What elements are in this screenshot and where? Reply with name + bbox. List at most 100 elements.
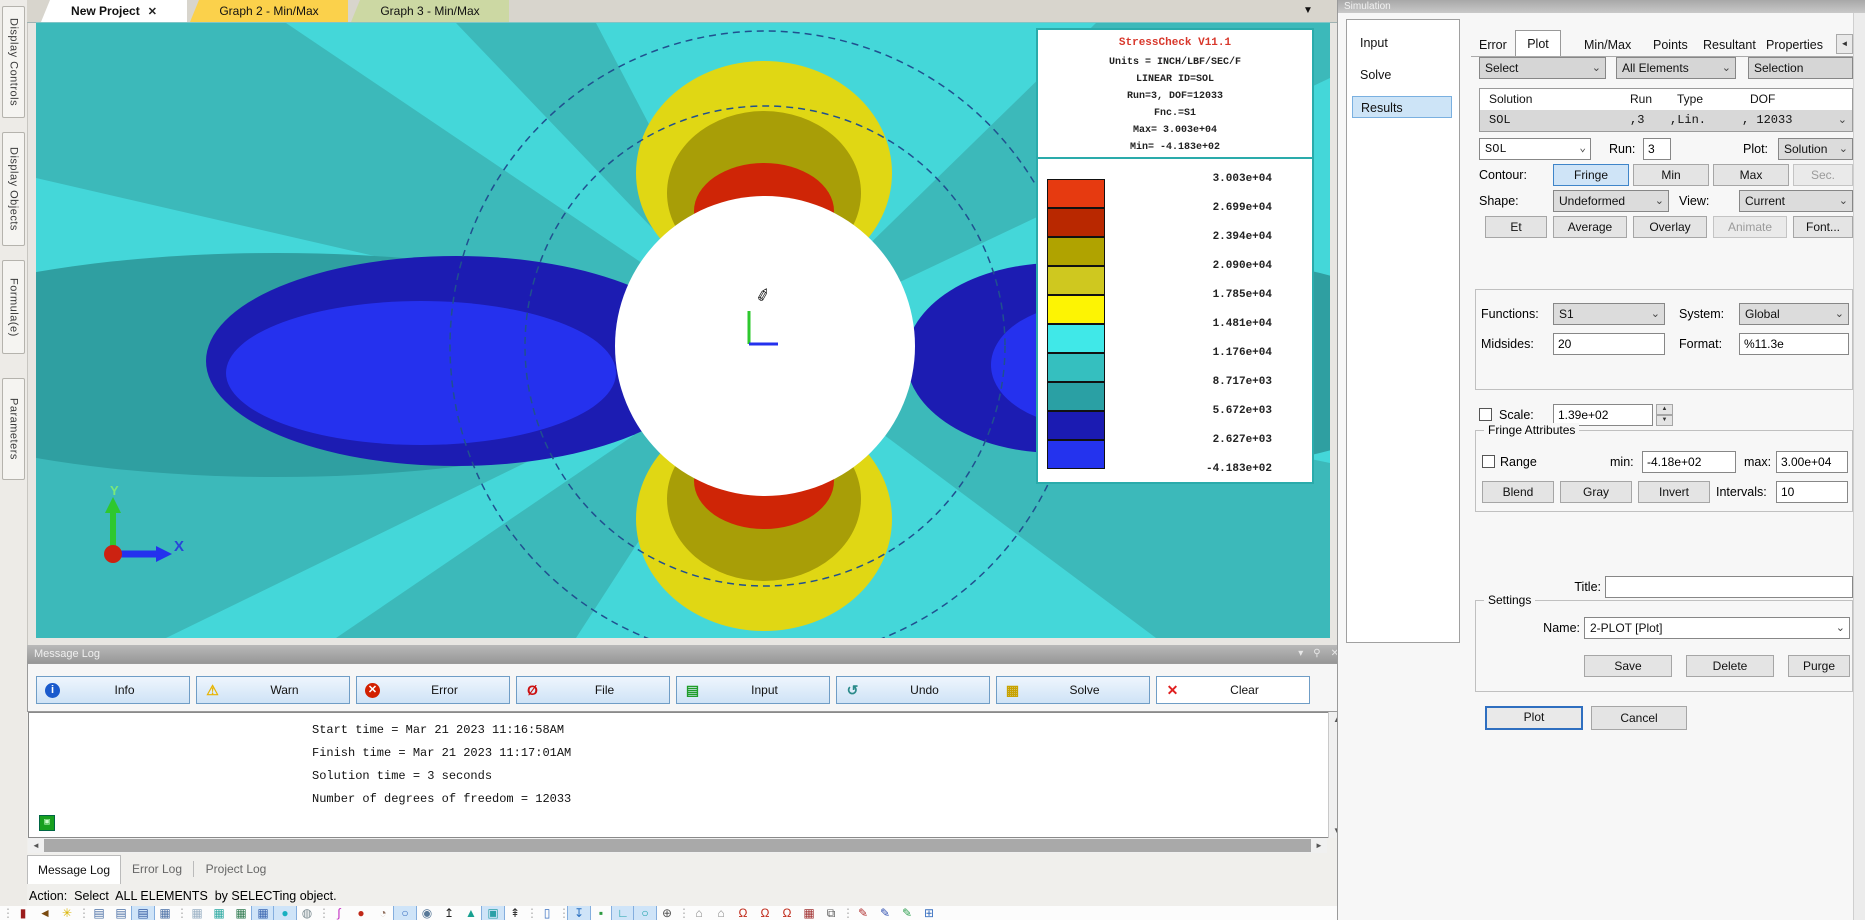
toolbar-icon[interactable]: ▣: [482, 906, 504, 920]
plot-type-combo[interactable]: Solution ⌄: [1778, 138, 1853, 160]
midsides-input[interactable]: [1553, 333, 1665, 355]
select-method-combo[interactable]: Select ⌄: [1479, 57, 1606, 79]
toolbar-icon[interactable]: ▦: [798, 906, 820, 920]
range-checkbox[interactable]: [1482, 455, 1495, 468]
toolbar-icon[interactable]: ●: [274, 906, 296, 920]
toolbar-icon[interactable]: ◍: [296, 906, 318, 920]
clear-button[interactable]: ✕Clear: [1156, 676, 1310, 704]
min-input[interactable]: [1642, 451, 1736, 473]
gray-button[interactable]: Gray: [1560, 481, 1632, 503]
cancel-button[interactable]: Cancel: [1591, 706, 1687, 730]
toolbar-icon[interactable]: ◔: [372, 906, 394, 920]
error-button[interactable]: ✕Error: [356, 676, 510, 704]
view-combo[interactable]: Current ⌄: [1739, 190, 1853, 212]
tab-properties[interactable]: Properties: [1766, 38, 1823, 52]
functions-combo[interactable]: S1 ⌄: [1553, 303, 1665, 325]
toolbar-icon[interactable]: ◉: [416, 906, 438, 920]
overlay-button[interactable]: Overlay: [1633, 216, 1707, 238]
toolbar-icon[interactable]: ⊞: [918, 906, 940, 920]
settings-name-combo[interactable]: 2-PLOT [Plot] ⌄: [1584, 617, 1850, 639]
invert-button[interactable]: Invert: [1638, 481, 1710, 503]
tab-plot[interactable]: Plot: [1515, 30, 1561, 56]
sidebar-tab-display-objects[interactable]: Display Objects: [2, 132, 25, 246]
nav-item-results[interactable]: Results: [1352, 96, 1452, 118]
input-button[interactable]: ▤Input: [676, 676, 830, 704]
spin-down-icon[interactable]: ▼: [1656, 415, 1673, 426]
toolbar-icon[interactable]: ●: [350, 906, 372, 920]
solution-combo[interactable]: SOL ⌄: [1479, 138, 1591, 160]
tab-list-dropdown-icon[interactable]: ▼: [1303, 5, 1313, 16]
toolbar-icon[interactable]: ○: [634, 906, 656, 920]
toolbar-icon[interactable]: ↧: [568, 906, 590, 920]
toolbar-icon[interactable]: ↥: [438, 906, 460, 920]
close-icon[interactable]: ✕: [148, 5, 157, 18]
toolbar-icon[interactable]: ▲: [460, 906, 482, 920]
toolbar-icon[interactable]: ▦: [186, 906, 208, 920]
format-input[interactable]: [1739, 333, 1849, 355]
toolbar-icon[interactable]: ⌂: [710, 906, 732, 920]
intervals-input[interactable]: [1776, 481, 1848, 503]
et-button[interactable]: Et: [1485, 216, 1547, 238]
panel-scroll-strip[interactable]: [1853, 13, 1865, 920]
tab-error-log[interactable]: Error Log: [123, 855, 191, 883]
max-button[interactable]: Max: [1713, 164, 1789, 186]
toolbar-icon[interactable]: ⇞: [504, 906, 526, 920]
nav-item-solve[interactable]: Solve: [1352, 64, 1452, 86]
toolbar-icon[interactable]: Ω: [732, 906, 754, 920]
solve-button[interactable]: ▦Solve: [996, 676, 1150, 704]
collapse-icon[interactable]: ▾: [1298, 645, 1303, 663]
max-input[interactable]: [1776, 451, 1848, 473]
tab-points[interactable]: Points: [1653, 38, 1688, 52]
warn-button[interactable]: ⚠Warn: [196, 676, 350, 704]
toolbar-icon[interactable]: ▦: [154, 906, 176, 920]
sidebar-tab-parameters[interactable]: Parameters: [2, 378, 25, 480]
save-button[interactable]: Save: [1584, 655, 1672, 677]
scale-checkbox[interactable]: [1479, 408, 1492, 421]
object-type-combo[interactable]: All Elements ⌄: [1616, 57, 1736, 79]
sidebar-tab-display-controls[interactable]: Display Controls: [2, 6, 25, 118]
title-input[interactable]: [1605, 576, 1853, 598]
tab-resultant[interactable]: Resultant: [1703, 38, 1756, 52]
nav-item-input[interactable]: Input: [1352, 32, 1452, 54]
log-horizontal-scrollbar[interactable]: ◄ ►: [28, 838, 1327, 853]
plot-button[interactable]: Plot: [1485, 706, 1583, 730]
toolbar-icon[interactable]: ◄: [34, 906, 56, 920]
tab-minmax[interactable]: Min/Max: [1584, 38, 1631, 52]
undo-button[interactable]: ↺Undo: [836, 676, 990, 704]
toolbar-icon[interactable]: ▤: [88, 906, 110, 920]
blend-button[interactable]: Blend: [1482, 481, 1554, 503]
toolbar-icon[interactable]: ⌂: [688, 906, 710, 920]
selection-combo[interactable]: Selection: [1748, 57, 1853, 79]
system-combo[interactable]: Global ⌄: [1739, 303, 1849, 325]
message-log-output[interactable]: Start time = Mar 21 2023 11:16:58AM Fini…: [28, 712, 1344, 838]
toolbar-icon[interactable]: ○: [394, 906, 416, 920]
file-button[interactable]: ØFile: [516, 676, 670, 704]
toolbar-icon[interactable]: ✎: [874, 906, 896, 920]
solution-row[interactable]: SOL ,3 ,Lin. , 12033 ⌄: [1480, 110, 1852, 131]
pin-icon[interactable]: ⚲: [1313, 645, 1320, 663]
min-button[interactable]: Min: [1633, 164, 1709, 186]
tab-message-log[interactable]: Message Log: [27, 855, 121, 884]
toolbar-icon[interactable]: ✎: [852, 906, 874, 920]
tab-graph3-minmax[interactable]: Graph 3 - Min/Max: [351, 0, 509, 22]
toolbar-icon[interactable]: ▮: [12, 906, 34, 920]
scale-spinner[interactable]: ▲ ▼: [1656, 404, 1673, 426]
toolbar-icon[interactable]: ✳: [56, 906, 78, 920]
tab-new-project[interactable]: New Project ✕: [41, 0, 187, 22]
toolbar-icon[interactable]: ▯: [536, 906, 558, 920]
toolbar-icon[interactable]: ▦: [252, 906, 274, 920]
info-button[interactable]: iInfo: [36, 676, 190, 704]
toolbar-icon[interactable]: ▦: [208, 906, 230, 920]
toolbar-icon[interactable]: ▤: [110, 906, 132, 920]
toolbar-icon[interactable]: ⧉: [820, 906, 842, 920]
message-log-titlebar[interactable]: Message Log ▾ ⚲ ✕: [27, 645, 1345, 663]
font-button[interactable]: Font...: [1793, 216, 1853, 238]
delete-button[interactable]: Delete: [1686, 655, 1774, 677]
toolbar-icon[interactable]: ▦: [230, 906, 252, 920]
fringe-button[interactable]: Fringe: [1553, 164, 1629, 186]
toolbar-icon[interactable]: ▤: [132, 906, 154, 920]
toolbar-icon[interactable]: ✎: [896, 906, 918, 920]
toolbar-icon[interactable]: Ω: [776, 906, 798, 920]
toolbar-icon[interactable]: ∫: [328, 906, 350, 920]
scroll-right-icon[interactable]: ►: [1311, 838, 1327, 853]
